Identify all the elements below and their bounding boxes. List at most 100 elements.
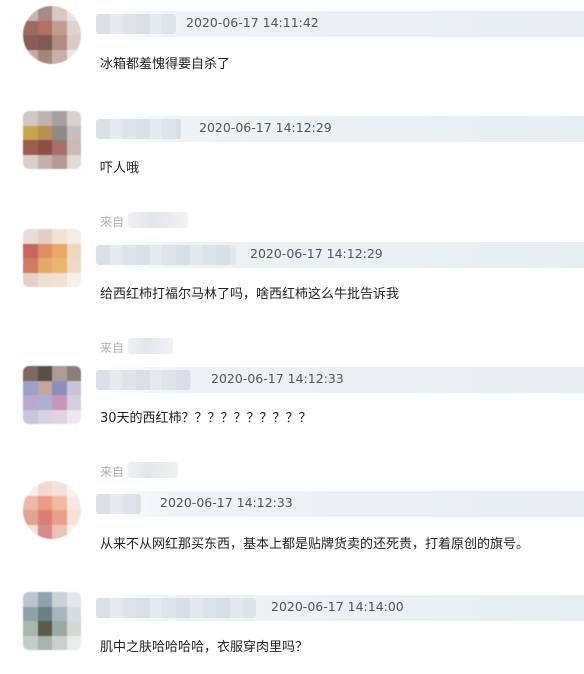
avatar-pixel	[23, 635, 38, 650]
avatar-pixel	[23, 125, 38, 140]
source-app-redacted	[128, 212, 188, 228]
avatar-pixel	[66, 495, 81, 510]
avatar[interactable]	[23, 111, 81, 169]
avatar-pixel	[23, 409, 38, 424]
avatar-pixel	[37, 272, 52, 287]
source-label: 来自	[100, 341, 125, 355]
avatar-pixel	[52, 140, 67, 155]
comment-meta-bar: 2020-06-17 14:12:33	[96, 491, 584, 517]
avatar-pixel	[23, 592, 38, 607]
avatar-pixel	[52, 272, 67, 287]
avatar-pixel	[52, 6, 67, 21]
avatar-pixel	[66, 366, 81, 381]
avatar-pixel	[23, 380, 38, 395]
comment-text: 给西红柿打福尔马林了吗，啥西红柿这么牛批告诉我	[100, 287, 400, 302]
comment-text: 从来不从网红那买东西，基本上都是贴牌货卖的还死贵，打着原创的旗号。	[100, 537, 530, 552]
avatar-pixel	[37, 243, 52, 258]
avatar-pixel	[23, 229, 38, 244]
comment-timestamp: 2020-06-17 14:14:00	[271, 599, 404, 614]
comment-text: 30天的西红柿？？？？？？？？？？	[100, 411, 312, 426]
avatar-pixel	[23, 524, 38, 539]
avatar-pixel	[52, 154, 67, 169]
comment-timestamp: 2020-06-17 14:12:29	[250, 246, 383, 261]
avatar[interactable]	[23, 366, 81, 424]
source-app-redacted	[128, 462, 178, 478]
comment-meta-bar: 2020-06-17 14:14:00	[96, 595, 584, 621]
avatar[interactable]	[23, 229, 81, 287]
avatar-pixel	[37, 380, 52, 395]
comment-timestamp: 2020-06-17 14:12:33	[211, 371, 344, 386]
avatar-pixel	[66, 606, 81, 621]
avatar-pixel	[37, 635, 52, 650]
avatar-pixel	[52, 592, 67, 607]
avatar-pixel	[37, 258, 52, 273]
avatar-pixel	[37, 606, 52, 621]
avatar-pixel	[23, 20, 38, 35]
avatar-pixel	[66, 49, 81, 64]
avatar[interactable]	[23, 6, 81, 64]
avatar-pixel	[66, 243, 81, 258]
avatar-pixel	[52, 510, 67, 525]
avatar-pixel	[66, 409, 81, 424]
avatar-pixel	[66, 258, 81, 273]
avatar-pixel	[23, 154, 38, 169]
avatar-pixel	[23, 49, 38, 64]
avatar-pixel	[37, 111, 52, 126]
avatar-pixel	[52, 20, 67, 35]
avatar-pixel	[66, 140, 81, 155]
username-redacted[interactable]	[96, 598, 256, 618]
avatar-pixel	[23, 6, 38, 21]
avatar-pixel	[37, 229, 52, 244]
avatar-pixel	[23, 140, 38, 155]
avatar-pixel	[52, 635, 67, 650]
username-redacted[interactable]	[96, 494, 141, 514]
avatar-pixel	[52, 524, 67, 539]
avatar-pixel	[23, 395, 38, 410]
avatar-pixel	[66, 510, 81, 525]
avatar-pixel	[66, 229, 81, 244]
comment-text: 吓人哦	[100, 161, 140, 176]
avatar-pixel	[52, 125, 67, 140]
avatar-pixel	[37, 524, 52, 539]
avatar-pixel	[23, 621, 38, 636]
avatar[interactable]	[23, 481, 81, 539]
avatar-pixel	[23, 510, 38, 525]
avatar-pixel	[23, 272, 38, 287]
avatar-pixel	[66, 395, 81, 410]
avatar-pixel	[66, 35, 81, 50]
comment-meta-bar: 2020-06-17 14:12:33	[96, 367, 584, 393]
avatar-pixel	[37, 6, 52, 21]
avatar-pixel	[66, 6, 81, 21]
username-redacted[interactable]	[96, 370, 191, 390]
avatar[interactable]	[23, 592, 81, 650]
avatar-pixel	[37, 481, 52, 496]
avatar-pixel	[66, 621, 81, 636]
comment-text: 肌中之肤哈哈哈哈，衣服穿肉里吗？	[100, 640, 309, 655]
avatar-pixel	[66, 635, 81, 650]
comment-text: 冰箱都羞愧得要自杀了	[100, 57, 231, 72]
avatar-pixel	[52, 409, 67, 424]
avatar-pixel	[66, 111, 81, 126]
avatar-pixel	[52, 495, 67, 510]
avatar-pixel	[37, 154, 52, 169]
comment-timestamp: 2020-06-17 14:12:29	[199, 120, 332, 135]
source-label: 来自	[100, 215, 125, 229]
avatar-pixel	[66, 380, 81, 395]
avatar-pixel	[23, 258, 38, 273]
avatar-pixel	[52, 243, 67, 258]
username-redacted[interactable]	[96, 119, 181, 139]
avatar-pixel	[52, 258, 67, 273]
avatar-pixel	[37, 20, 52, 35]
avatar-pixel	[37, 49, 52, 64]
username-redacted[interactable]	[96, 14, 176, 34]
avatar-pixel	[23, 243, 38, 258]
avatar-pixel	[52, 481, 67, 496]
avatar-pixel	[52, 49, 67, 64]
avatar-pixel	[23, 481, 38, 496]
avatar-pixel	[52, 111, 67, 126]
username-redacted[interactable]	[96, 245, 236, 265]
avatar-pixel	[52, 395, 67, 410]
avatar-pixel	[66, 20, 81, 35]
avatar-pixel	[37, 621, 52, 636]
avatar-pixel	[37, 366, 52, 381]
